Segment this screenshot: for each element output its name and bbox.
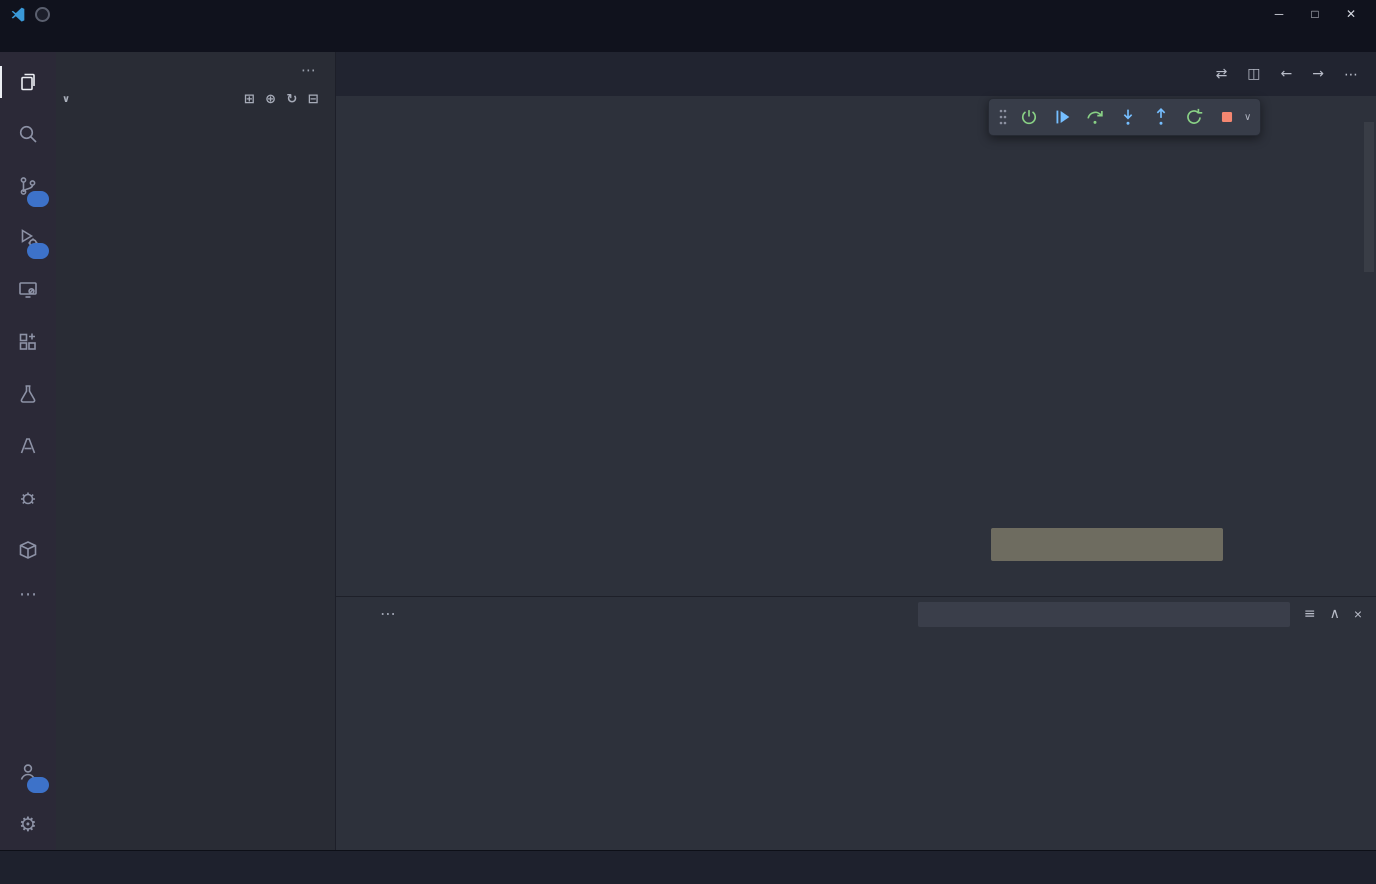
toolbar-drag-handle[interactable] — [998, 108, 1008, 126]
account-icon[interactable] — [0, 746, 56, 798]
refresh-icon[interactable]: ↻ — [286, 92, 297, 107]
account-badge — [27, 777, 49, 793]
workbench: ⋯ ⚙ ⋯ ∨ ⊞ ⊕ ↻ ⊟ — [0, 52, 1376, 850]
tab-actions: ⇄ ◫ ← → ⋯ — [1198, 52, 1376, 96]
collapse-all-icon[interactable]: ⊟ — [308, 92, 319, 107]
minimize-button[interactable]: ─ — [1264, 4, 1294, 24]
editor-group: ⇄ ◫ ← → ⋯ — [336, 52, 1376, 850]
toolbar-chevron-icon[interactable]: ∨ — [1244, 112, 1251, 123]
restart-button[interactable] — [1181, 104, 1207, 130]
testing-beaker-icon[interactable] — [0, 368, 56, 420]
tab-bar: ⇄ ◫ ← → ⋯ — [336, 52, 1376, 96]
package-icon[interactable] — [0, 524, 56, 576]
code-editor[interactable] — [336, 122, 1376, 596]
title-bar: ─ □ ✕ — [0, 0, 1376, 28]
more-activity-icon[interactable]: ⋯ — [0, 576, 56, 612]
debug-toolbar: ∨ — [988, 98, 1261, 136]
explorer-sidebar: ⋯ ∨ ⊞ ⊕ ↻ ⊟ — [56, 52, 336, 850]
open-changes-icon[interactable]: ⇄ — [1216, 66, 1228, 82]
menu-bar — [0, 28, 1376, 52]
sidebar-more-icon[interactable]: ⋯ — [301, 61, 317, 79]
split-editor-icon[interactable]: ◫ — [1247, 66, 1260, 82]
workspace-section-header[interactable]: ∨ ⊞ ⊕ ↻ ⊟ — [56, 87, 335, 112]
more-actions-icon[interactable]: ⋯ — [1344, 66, 1358, 83]
step-into-button[interactable] — [1115, 104, 1141, 130]
panel-more-icon[interactable]: ⋯ — [380, 604, 396, 624]
explorer-actions: ⊞ ⊕ ↻ ⊟ — [244, 92, 329, 107]
continue-button[interactable] — [1049, 104, 1075, 130]
forward-arrow-icon[interactable]: → — [1312, 66, 1324, 82]
stop-button[interactable] — [1214, 104, 1240, 130]
new-folder-icon[interactable]: ⊕ — [265, 92, 276, 107]
activity-bar: ⋯ ⚙ — [0, 52, 56, 850]
vscode-logo-icon — [10, 6, 26, 22]
console-filter-input[interactable] — [926, 606, 1282, 622]
extensions-icon[interactable] — [0, 316, 56, 368]
source-control-icon[interactable] — [0, 160, 56, 212]
debug-console-output — [336, 631, 1376, 850]
maximize-panel-icon[interactable]: ∧ — [1330, 606, 1340, 622]
back-arrow-icon[interactable]: ← — [1281, 66, 1293, 82]
test-adapter-icon[interactable] — [0, 420, 56, 472]
maximize-button[interactable]: □ — [1300, 4, 1330, 24]
vscode-window: ─ □ ✕ — [0, 0, 1376, 884]
close-button[interactable]: ✕ — [1336, 4, 1366, 24]
search-icon[interactable] — [0, 108, 56, 160]
close-panel-icon[interactable]: × — [1354, 606, 1362, 622]
explorer-icon[interactable] — [0, 56, 56, 108]
new-file-icon[interactable]: ⊞ — [244, 92, 255, 107]
window-controls: ─ □ ✕ — [1264, 4, 1366, 24]
clear-console-icon[interactable]: ≡ — [1304, 606, 1316, 622]
console-filter-box — [918, 602, 1290, 627]
step-out-button[interactable] — [1148, 104, 1174, 130]
bug-extension-icon[interactable] — [0, 472, 56, 524]
remote-monitor-icon[interactable] — [0, 264, 56, 316]
chevron-down-icon: ∨ — [62, 94, 76, 105]
power-button[interactable] — [1016, 104, 1042, 130]
add-configuration-button[interactable] — [991, 528, 1223, 561]
scm-badge — [27, 191, 49, 207]
settings-gear-icon[interactable]: ⚙ — [0, 798, 56, 850]
sidebar-header: ⋯ — [56, 52, 335, 87]
debug-badge — [27, 243, 49, 259]
editor-scrollbar[interactable] — [1364, 122, 1374, 272]
panel-header: ⋯ ≡ ∧ × — [336, 597, 1376, 631]
status-bar — [0, 850, 1376, 884]
record-dot-icon — [35, 7, 50, 22]
step-over-button[interactable] — [1082, 104, 1108, 130]
run-debug-icon[interactable] — [0, 212, 56, 264]
bottom-panel: ⋯ ≡ ∧ × — [336, 596, 1376, 850]
